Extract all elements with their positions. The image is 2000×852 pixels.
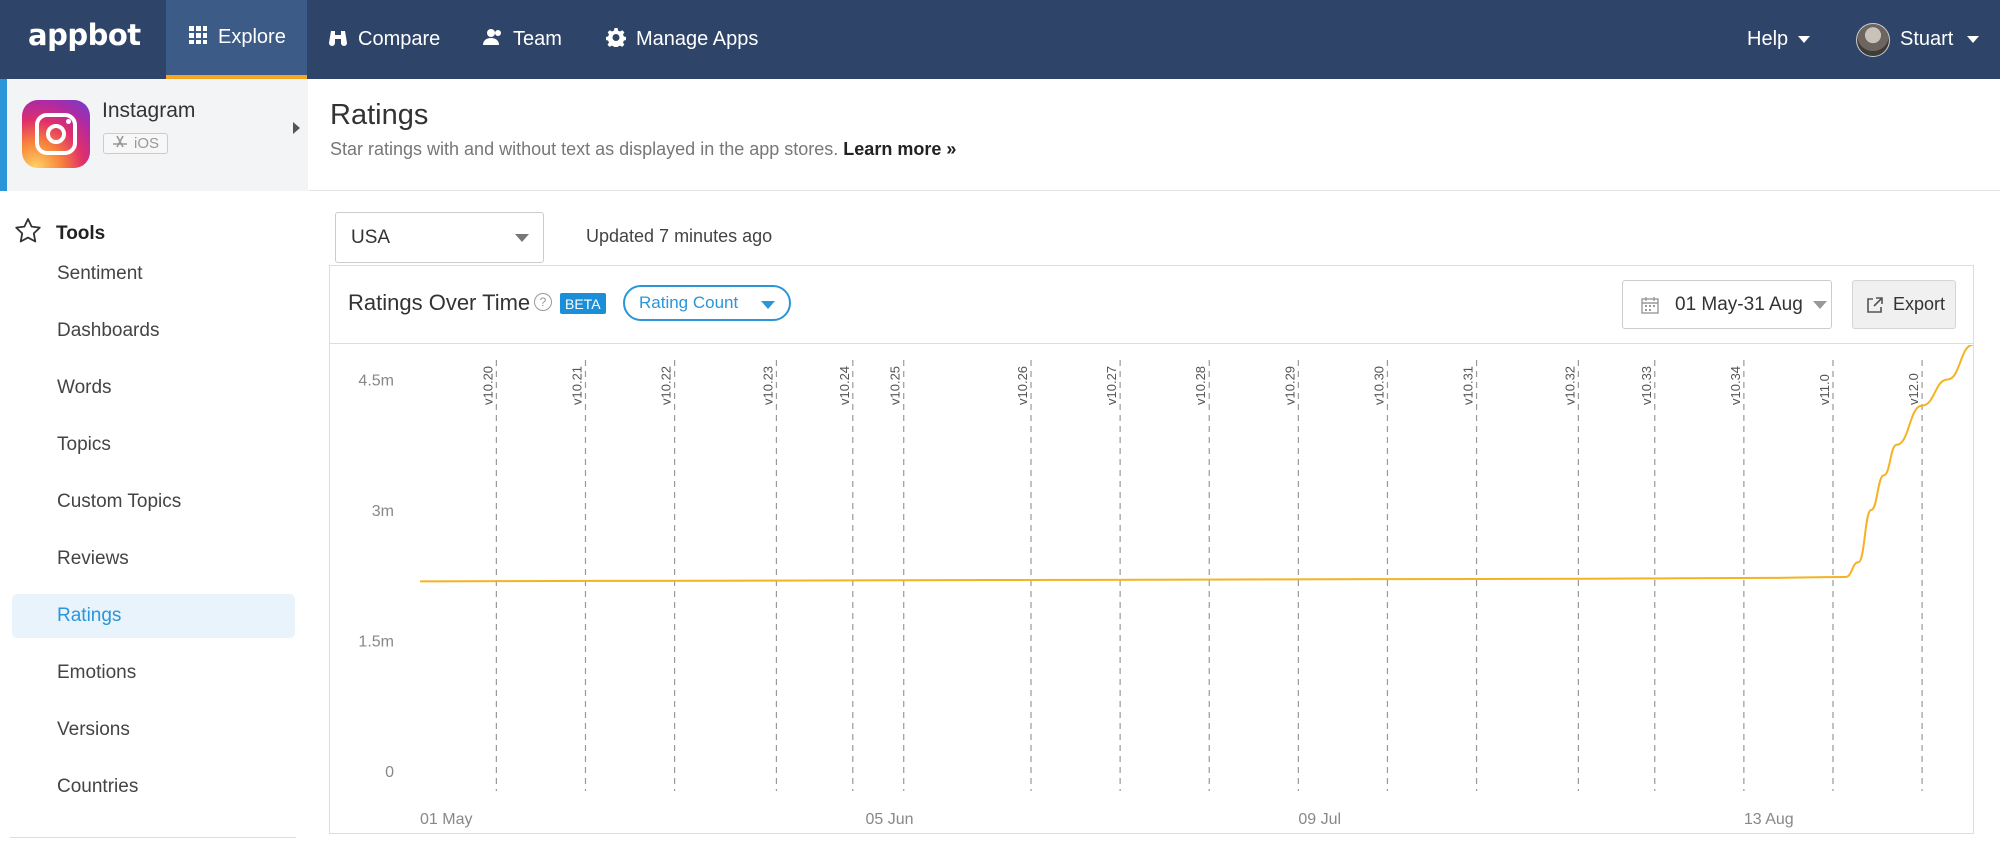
- user-menu[interactable]: Stuart: [1856, 0, 1980, 79]
- chevron-down-icon: [1798, 36, 1811, 43]
- version-marker-label: v10.28: [1193, 366, 1208, 405]
- page-subtitle-text: Star ratings with and without text as di…: [330, 139, 839, 159]
- ratings-chart-panel: Ratings Over Time ? BETA Rating Count 01…: [329, 265, 1974, 834]
- chevron-down-icon: [761, 301, 775, 309]
- y-tick-label: 1.5m: [358, 634, 394, 651]
- tools-section-header: Tools: [14, 217, 105, 251]
- x-tick-label: 01 May: [420, 811, 472, 828]
- sidebar-item-versions[interactable]: Versions: [12, 708, 295, 752]
- sidebar-item-dashboards[interactable]: Dashboards: [12, 309, 295, 353]
- user-name: Stuart: [1900, 28, 1954, 50]
- help-icon[interactable]: ?: [534, 293, 552, 311]
- version-marker-label: v10.33: [1639, 366, 1654, 405]
- version-marker-label: v10.25: [888, 366, 903, 405]
- date-range-label: 01 May-31 Aug: [1675, 293, 1803, 315]
- chevron-down-icon: [1813, 301, 1827, 309]
- country-select-value: USA: [351, 226, 391, 248]
- avatar: [1856, 22, 1890, 57]
- version-marker-label: v10.22: [659, 366, 674, 405]
- app-selector[interactable]: Instagram iOS: [0, 79, 308, 191]
- version-marker-label: v10.30: [1371, 366, 1386, 405]
- country-select[interactable]: USA: [335, 212, 544, 263]
- chevron-right-icon: [293, 122, 300, 134]
- sidebar-item-countries[interactable]: Countries: [12, 765, 295, 809]
- metric-dropdown[interactable]: Rating Count: [623, 285, 791, 321]
- star-icon: [14, 217, 42, 251]
- y-tick-label: 0: [385, 764, 394, 781]
- help-menu-label: Help: [1747, 28, 1789, 50]
- app-name: Instagram: [102, 99, 196, 122]
- version-marker-label: v10.27: [1104, 366, 1119, 405]
- sidebar-item-emotions[interactable]: Emotions: [12, 651, 295, 695]
- nav-explore[interactable]: Explore: [166, 0, 307, 79]
- sidebar-item-topics[interactable]: Topics: [12, 423, 295, 467]
- version-marker-label: v10.23: [760, 366, 775, 405]
- chart-panel-header: Ratings Over Time ? BETA Rating Count 01…: [330, 266, 1973, 344]
- sidebar-item-custom-topics[interactable]: Custom Topics: [12, 480, 295, 524]
- x-tick-label: 09 Jul: [1298, 811, 1341, 828]
- chevron-down-icon: [515, 234, 529, 242]
- nav-compare-label: Compare: [358, 28, 441, 50]
- nav-explore-label: Explore: [218, 26, 286, 48]
- sidebar-item-words[interactable]: Words: [12, 366, 295, 410]
- tools-title: Tools: [56, 223, 106, 244]
- sidebar-divider: [10, 837, 296, 838]
- version-marker-label: v10.24: [837, 366, 852, 405]
- beta-badge: BETA: [560, 293, 606, 314]
- app-store-icon: [112, 135, 128, 153]
- learn-more-link[interactable]: Learn more »: [843, 139, 956, 159]
- grid-icon: [188, 25, 208, 51]
- platform-label: iOS: [134, 135, 160, 152]
- x-tick-label: 05 Jun: [866, 811, 914, 828]
- version-marker-label: v11.0: [1817, 374, 1832, 405]
- gear-icon: [605, 27, 627, 53]
- page-title: Ratings: [330, 99, 429, 131]
- nav-team-label: Team: [513, 28, 562, 50]
- version-marker-label: v10.31: [1461, 366, 1476, 405]
- y-tick-label: 3m: [372, 503, 394, 520]
- page-subtitle: Star ratings with and without text as di…: [330, 139, 956, 160]
- chevron-down-icon: [1967, 36, 1980, 43]
- nav-manage-apps-label: Manage Apps: [636, 28, 759, 50]
- export-button[interactable]: Export: [1852, 280, 1956, 329]
- binoculars-icon: [328, 27, 348, 53]
- appbot-logo[interactable]: appbot: [28, 18, 141, 52]
- x-tick-label: 13 Aug: [1744, 811, 1794, 828]
- metric-dropdown-label: Rating Count: [639, 293, 739, 312]
- page-header: Ratings Star ratings with and without te…: [309, 79, 2000, 191]
- top-navbar: appbot Explore Compare Team Manage Apps …: [0, 0, 2000, 79]
- nav-team[interactable]: Team: [483, 0, 562, 79]
- sidebar-item-sentiment[interactable]: Sentiment: [12, 252, 295, 296]
- version-marker-label: v10.26: [1015, 366, 1030, 405]
- version-marker-label: v12.0: [1906, 373, 1921, 405]
- export-label: Export: [1893, 294, 1946, 314]
- instagram-app-icon: [22, 100, 90, 168]
- team-icon: [483, 27, 503, 53]
- sidebar-item-reviews[interactable]: Reviews: [12, 537, 295, 581]
- version-marker-label: v10.21: [569, 366, 584, 405]
- version-marker-label: v10.20: [480, 366, 495, 405]
- nav-compare[interactable]: Compare: [328, 0, 440, 79]
- platform-badge: iOS: [103, 133, 169, 154]
- nav-manage-apps[interactable]: Manage Apps: [605, 0, 759, 79]
- updated-status: Updated 7 minutes ago: [586, 226, 773, 246]
- y-tick-label: 4.5m: [358, 373, 394, 390]
- version-marker-label: v10.29: [1282, 366, 1297, 405]
- version-marker-label: v10.32: [1562, 366, 1577, 405]
- help-menu[interactable]: Help: [1747, 0, 1811, 79]
- date-range-picker[interactable]: 01 May-31 Aug: [1622, 280, 1832, 329]
- chart-title: Ratings Over Time: [348, 290, 531, 315]
- ratings-line-chart: 0 1.5m 3m 4.5m 01 May 05 Jun 09 Jul 13 Aug v10.2…: [358, 345, 1973, 828]
- sidebar-item-ratings[interactable]: Ratings: [12, 594, 295, 638]
- version-marker-label: v10.34: [1728, 366, 1743, 405]
